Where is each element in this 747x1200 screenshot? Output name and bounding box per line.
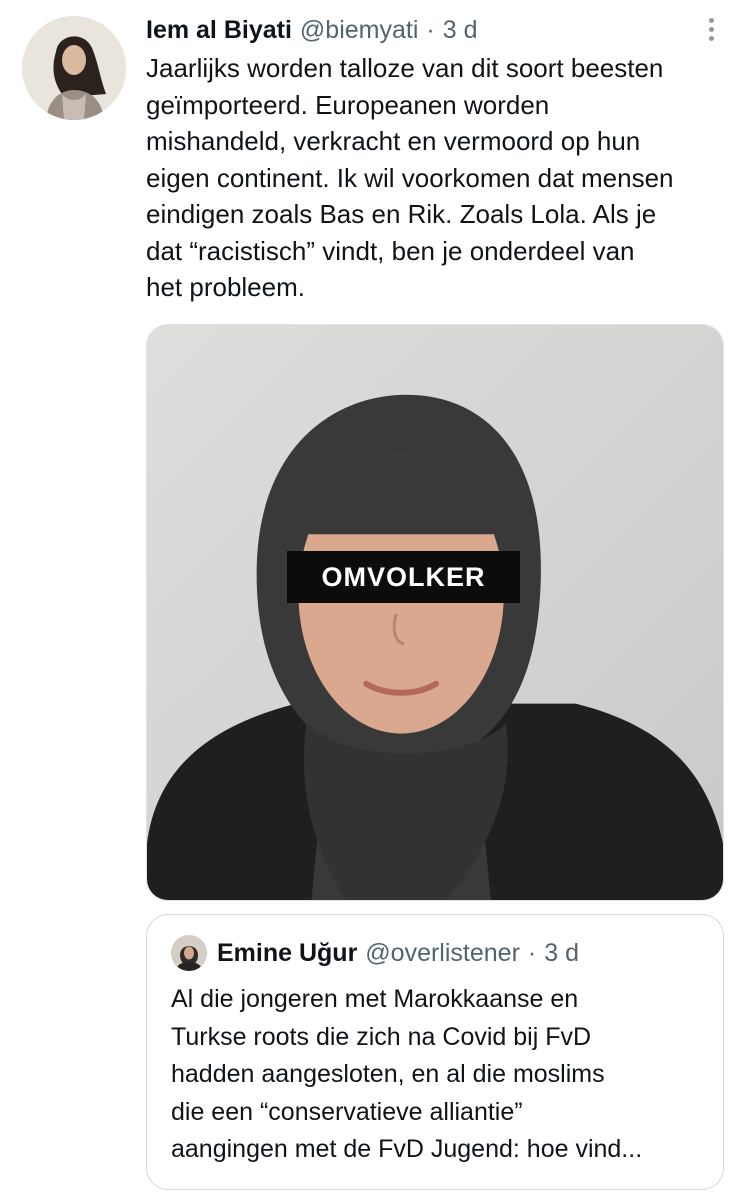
- quoted-author-name[interactable]: Emine Uğur: [217, 939, 357, 968]
- quoted-separator: ·: [527, 938, 537, 967]
- tweet-media-image[interactable]: OMVOLKER: [146, 324, 724, 901]
- more-options-icon[interactable]: [696, 14, 726, 44]
- author-avatar[interactable]: [22, 16, 126, 120]
- quoted-author-handle[interactable]: @overlistener: [365, 939, 520, 968]
- author-name[interactable]: Iem al Biyati: [146, 16, 292, 45]
- quoted-timestamp[interactable]: 3 d: [544, 939, 579, 968]
- quoted-tweet-header: Emine Uğur @overlistener · 3 d: [217, 937, 579, 969]
- quoted-profile-photo: [171, 935, 207, 971]
- quoted-author-avatar[interactable]: [171, 935, 207, 971]
- author-handle[interactable]: @biemyati: [300, 16, 418, 45]
- quoted-tweet[interactable]: Emine Uğur @overlistener · 3 d Al die jo…: [146, 914, 724, 1190]
- timestamp[interactable]: 3 d: [443, 16, 478, 45]
- tweet-text: Jaarlijks worden talloze van dit soort b…: [146, 53, 674, 302]
- tweet[interactable]: Iem al Biyati @biemyati · 3 d Jaarlijks …: [0, 0, 747, 1200]
- photo-woman-hijab: [147, 325, 723, 900]
- profile-photo: [22, 16, 126, 120]
- quoted-tweet-text: Al die jongeren met Marokkaanse en Turks…: [171, 985, 643, 1163]
- censor-bar-label: OMVOLKER: [287, 551, 520, 603]
- tweet-header: Iem al Biyati @biemyati · 3 d: [146, 14, 477, 46]
- separator: ·: [426, 15, 435, 44]
